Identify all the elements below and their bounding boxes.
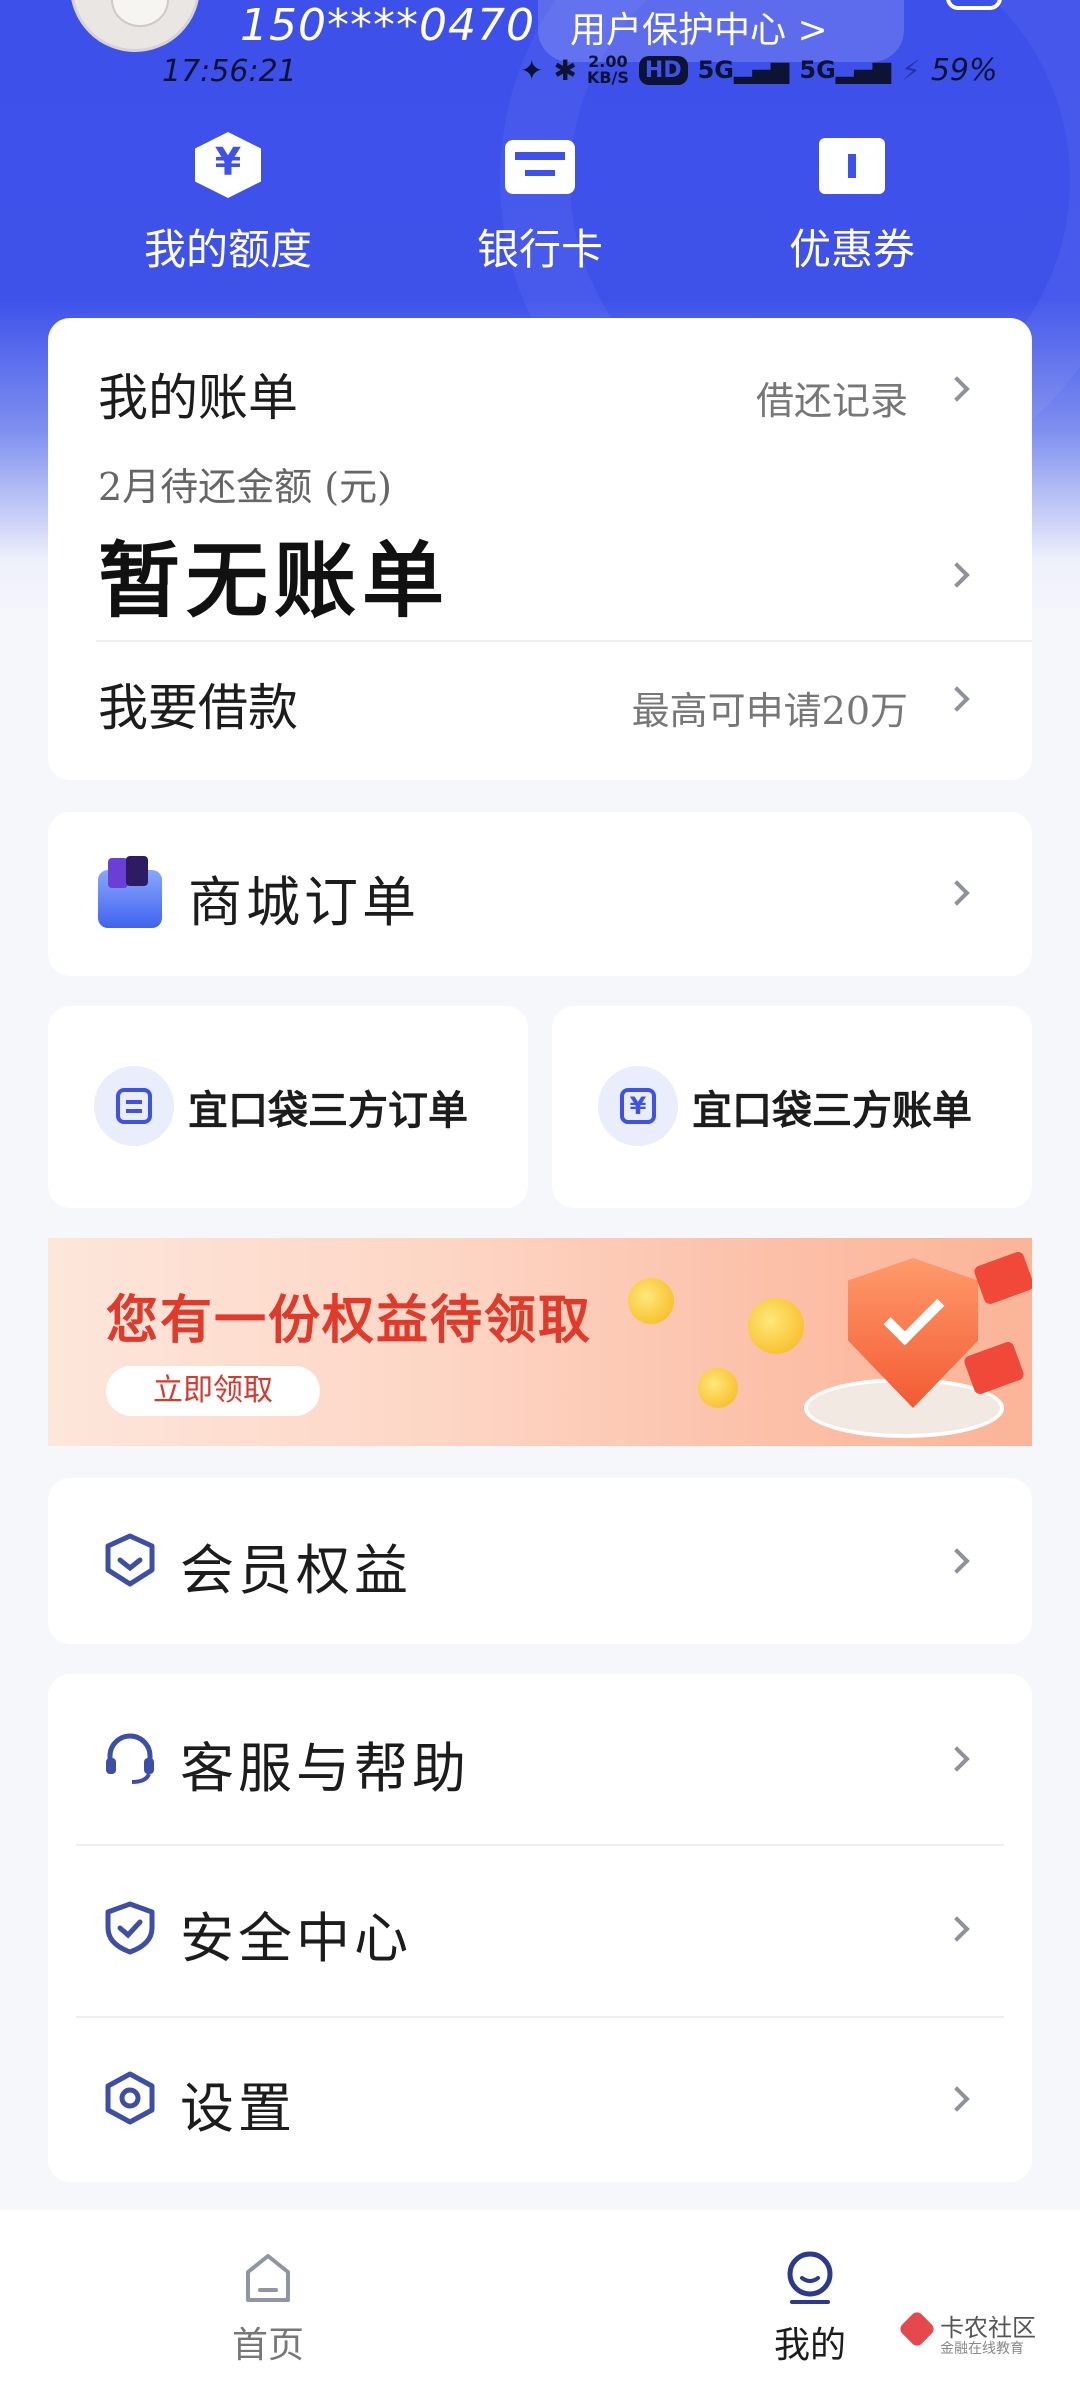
bill-yen-icon: ¥ (598, 1066, 678, 1146)
divider (96, 640, 1032, 642)
third-party-bills-label: 宜口袋三方账单 (692, 1088, 972, 1134)
status-time: 17:56:21 (162, 54, 297, 89)
chevron-right-icon (944, 880, 970, 906)
order-document-icon (94, 1066, 174, 1146)
tab-mine-label: 我的 (773, 2325, 846, 2366)
hd-badge: HD (638, 55, 688, 85)
quick-action-label: 优惠券 (788, 225, 915, 274)
coin-icon (748, 1298, 804, 1354)
hexagon-yen-icon: ¥ (193, 132, 263, 202)
bill-card: 我的账单 借还记录 2月待还金额 (元) 暂无账单 我要借款 最高可申请20万 (48, 318, 1032, 780)
chevron-right-icon[interactable] (944, 686, 970, 712)
vip-badge-icon (102, 1532, 158, 1592)
chevron-right-icon (944, 2086, 970, 2112)
kanong-logo-icon (897, 2309, 937, 2349)
tab-home-label: 首页 (231, 2325, 304, 2366)
quick-action-label: 银行卡 (476, 225, 603, 274)
mall-orders-row[interactable]: 商城订单 (48, 812, 1032, 976)
customer-service-label: 客服与帮助 (180, 1737, 470, 1800)
message-icon[interactable] (946, 0, 1002, 10)
bluetooth-icon: ✱ (553, 53, 577, 87)
bank-card-icon (505, 132, 575, 202)
watermark: 卡农社区 金融在线教育 (897, 2308, 1070, 2358)
chevron-right-icon (944, 1916, 970, 1942)
coin-icon (698, 1368, 738, 1408)
settings-label: 设置 (180, 2077, 296, 2140)
avatar[interactable] (70, 0, 200, 52)
due-amount-label: 2月待还金额 (元) (98, 465, 392, 509)
profile-icon (782, 2250, 838, 2306)
charging-icon: ⚡ (901, 53, 921, 87)
borrow-button[interactable]: 我要借款 (98, 668, 298, 740)
red-envelope-icon (972, 1250, 1032, 1306)
network-speed: 2.00 KB/S (586, 52, 629, 87)
member-benefits-row[interactable]: 会员权益 (48, 1478, 1032, 1644)
bottom-tab-bar: 首页 我的 卡农社区 金融在线教育 (0, 2210, 1080, 2400)
banner-title: 您有一份权益待领取 (106, 1291, 593, 1351)
coin-icon (628, 1278, 674, 1324)
watermark-subtitle: 金融在线教育 (940, 2341, 1024, 2357)
chevron-right-icon (944, 1548, 970, 1574)
settings-menu-card: 客服与帮助 安全中心 设置 (48, 1674, 1032, 2182)
headset-icon (102, 1730, 158, 1790)
phone-number: 150****0470 (240, 0, 535, 51)
signal-2-icon: 5G▂▄▆ (799, 56, 892, 84)
home-icon (240, 2250, 296, 2306)
due-amount-value[interactable]: 暂无账单 (98, 514, 450, 633)
fish-icon: ✦ (520, 53, 544, 87)
quick-action-label: 我的额度 (143, 225, 312, 274)
battery-level: 59% (930, 52, 998, 88)
chevron-right-icon[interactable] (944, 376, 970, 402)
bill-title: 我的账单 (98, 369, 298, 427)
chevron-right-icon[interactable] (944, 562, 970, 588)
status-bar: ✦ ✱ 2.00 KB/S HD 5G▂▄▆ 5G▂▄▆ ⚡ 59% (520, 48, 1000, 92)
signal-1-icon: 5G▂▄▆ (697, 56, 790, 84)
settings-row[interactable]: 设置 (48, 2018, 1032, 2182)
tab-mine[interactable]: 我的 (710, 2250, 910, 2368)
quick-action-credit-limit[interactable]: ¥ 我的额度 (78, 132, 378, 277)
settings-icon (102, 2070, 158, 2130)
tab-home[interactable]: 首页 (168, 2250, 368, 2368)
customer-service-row[interactable]: 客服与帮助 (48, 1674, 1032, 1844)
claim-now-button[interactable]: 立即领取 (106, 1366, 320, 1416)
security-center-label: 安全中心 (180, 1907, 412, 1970)
security-center-row[interactable]: 安全中心 (48, 1846, 1032, 2014)
mall-orders-label: 商城订单 (188, 871, 420, 934)
third-party-orders-label: 宜口袋三方订单 (188, 1088, 468, 1134)
third-party-orders-button[interactable]: 宜口袋三方订单 (48, 1006, 528, 1208)
member-benefits-label: 会员权益 (180, 1539, 412, 1602)
shopping-basket-icon (98, 856, 162, 928)
third-party-bills-button[interactable]: ¥ 宜口袋三方账单 (552, 1006, 1032, 1208)
chevron-right-icon (944, 1746, 970, 1772)
shield-check-icon (102, 1900, 158, 1960)
benefits-banner[interactable]: 您有一份权益待领取 立即领取 (48, 1238, 1032, 1446)
borrow-limit-hint: 最高可申请20万 (631, 689, 908, 733)
borrow-repay-history-link[interactable]: 借还记录 (756, 370, 908, 425)
quick-action-coupons[interactable]: 优惠券 (702, 132, 1002, 277)
ticket-icon (817, 132, 887, 202)
quick-action-bank-card[interactable]: 银行卡 (390, 132, 690, 277)
